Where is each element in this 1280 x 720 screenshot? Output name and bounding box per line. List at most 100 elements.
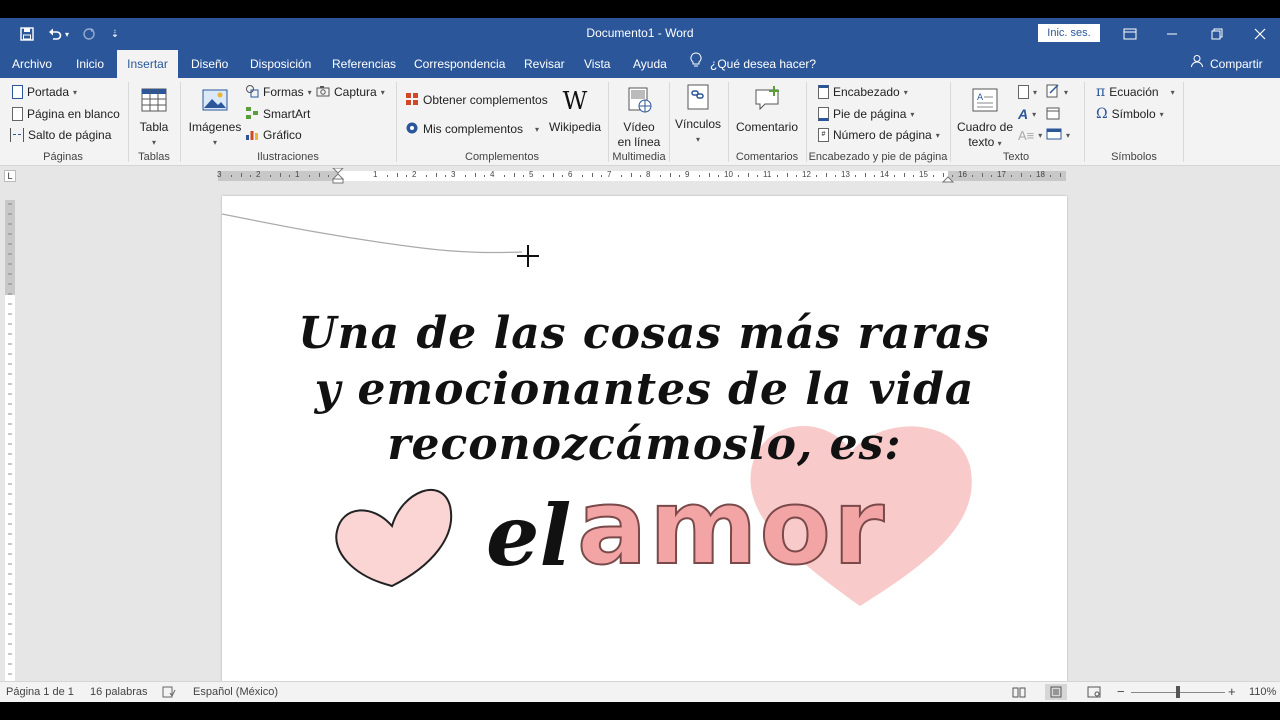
ruler-tick [630, 173, 632, 177]
ruler-tick [893, 175, 895, 177]
ruler-tick [659, 175, 661, 177]
zoom-in-icon[interactable]: + [1228, 684, 1236, 699]
ribbon-display-options-icon[interactable] [1110, 22, 1150, 46]
tab-correspondencia[interactable]: Correspondencia [408, 50, 511, 78]
tab-revisar[interactable]: Revisar [518, 50, 571, 78]
restore-icon[interactable] [1197, 22, 1237, 46]
date-time-button[interactable] [1046, 105, 1060, 123]
portada-button[interactable]: Portada ▾ [12, 83, 77, 101]
ecuacion-button[interactable]: π Ecuación ▾ [1096, 83, 1175, 101]
zoom-level[interactable]: 110% [1249, 686, 1276, 698]
video-en-linea-button[interactable]: Vídeo en línea [614, 86, 664, 150]
proofing-icon[interactable] [162, 686, 176, 701]
horizontal-ruler[interactable]: 3 2 1 1 2 3 4 5 6 7 8 9 10 11 12 13 14 15 16 17 18 [217, 168, 1066, 184]
ruler-tick [474, 173, 476, 177]
encabezado-button[interactable]: Encabezado ▾ [818, 83, 908, 101]
ruler-tick [981, 173, 983, 177]
formas-label: Formas [263, 85, 304, 99]
tab-selector-icon[interactable]: L [4, 170, 16, 182]
obtener-complementos-button[interactable]: Obtener complementos [405, 91, 548, 109]
numero-de-pagina-label: Número de página [833, 128, 932, 142]
group-label-encabezado: Encabezado y pie de página [808, 151, 948, 163]
ruler-number: 8 [646, 170, 651, 179]
read-mode-icon[interactable] [1008, 684, 1030, 700]
wordart-button[interactable]: A ▾ [1018, 105, 1036, 123]
ruler-tick [250, 175, 252, 177]
chevron-down-icon: ▾ [1038, 130, 1043, 140]
zoom-out-icon[interactable]: − [1117, 684, 1125, 699]
numero-de-pagina-button[interactable]: # Número de página ▾ [818, 126, 940, 144]
ruler-number: 12 [802, 170, 811, 179]
print-layout-icon[interactable] [1045, 684, 1067, 700]
ruler-number: 10 [724, 170, 733, 179]
svg-text:A: A [977, 93, 984, 103]
ruler-tick [796, 175, 798, 177]
group-label-multimedia: Multimedia [612, 151, 666, 163]
salto-de-pagina-button[interactable]: Salto de página [10, 126, 111, 144]
tabla-button[interactable]: Tabla ▾ [136, 86, 172, 150]
minimize-icon[interactable] [1152, 22, 1192, 46]
ruler-tick [435, 173, 437, 177]
indent-marker-icon[interactable] [332, 168, 344, 184]
ruler-tick [698, 175, 700, 177]
tab-vista[interactable]: Vista [578, 50, 616, 78]
tab-ayuda[interactable]: Ayuda [627, 50, 673, 78]
cuadro-de-texto-button[interactable]: A Cuadro de texto ▾ [956, 86, 1014, 151]
quick-parts-button[interactable]: ▾ [1018, 83, 1037, 101]
pagina-en-blanco-button[interactable]: Página en blanco [12, 105, 120, 123]
tab-insertar[interactable]: Insertar [117, 50, 178, 78]
object-button[interactable]: ▾ [1046, 126, 1070, 144]
obtener-complementos-label: Obtener complementos [423, 93, 548, 107]
pie-de-pagina-button[interactable]: Pie de página ▾ [818, 105, 914, 123]
word-amor: amor [576, 465, 887, 589]
tab-referencias[interactable]: Referencias [326, 50, 402, 78]
chart-icon [245, 127, 259, 144]
camera-icon [316, 84, 330, 101]
tab-archivo[interactable]: Archivo [6, 50, 58, 78]
pagina-en-blanco-label: Página en blanco [27, 107, 120, 121]
tab-diseno[interactable]: Diseño [185, 50, 234, 78]
zoom-slider-thumb[interactable] [1176, 686, 1180, 698]
ruler-tick [464, 175, 466, 177]
tab-disposicion[interactable]: Disposición [244, 50, 317, 78]
word-count[interactable]: 16 palabras [90, 686, 148, 698]
close-icon[interactable] [1240, 22, 1280, 46]
ruler-tick [269, 175, 271, 177]
ruler-tick [513, 173, 515, 177]
language[interactable]: Español (México) [193, 686, 278, 698]
right-indent-marker-icon[interactable] [942, 175, 954, 183]
tab-inicio[interactable]: Inicio [70, 50, 110, 78]
tabla-label: Tabla [139, 120, 169, 134]
group-separator [669, 82, 670, 162]
imagenes-button[interactable]: Imágenes ▾ [189, 86, 241, 150]
document-page[interactable]: Una de las cosas más raras y emocionante… [222, 196, 1067, 691]
vertical-ruler[interactable] [5, 200, 15, 685]
ruler-tick [386, 175, 388, 177]
ruler-number: 7 [607, 170, 612, 179]
vinculos-button[interactable]: Vínculos ▾ [675, 83, 721, 147]
quote-line-3: reconozcámoslo, es: [387, 419, 902, 470]
signature-line-button[interactable]: ▾ [1046, 83, 1068, 101]
group-separator [128, 82, 129, 162]
smartart-button[interactable]: SmartArt [245, 105, 310, 123]
share-button[interactable]: Compartir [1190, 50, 1263, 78]
ruler-number: 17 [997, 170, 1006, 179]
wikipedia-button[interactable]: W Wikipedia [548, 86, 602, 135]
mis-complementos-button[interactable]: Mis complementos ▾ [405, 120, 539, 138]
group-label-comentarios: Comentarios [735, 151, 799, 163]
cuadro-label-2: texto ▾ [968, 135, 1001, 151]
page-count[interactable]: Página 1 de 1 [6, 686, 74, 698]
ruler-tick [1049, 175, 1051, 177]
encabezado-label: Encabezado [833, 85, 900, 99]
simbolo-button[interactable]: Ω Símbolo ▾ [1096, 105, 1164, 123]
web-layout-icon[interactable] [1083, 684, 1105, 700]
chevron-down-icon: ▾ [997, 139, 1002, 148]
comentario-button[interactable]: Comentario [734, 86, 800, 135]
grafico-button[interactable]: Gráfico [245, 126, 302, 144]
formas-button[interactable]: Formas ▾ [245, 83, 312, 101]
ribbon-tabs: Archivo Inicio Insertar Diseño Disposici… [0, 50, 1280, 78]
drop-cap-button[interactable]: A≡ ▾ [1018, 126, 1042, 144]
tell-me-search[interactable]: ¿Qué desea hacer? [690, 50, 816, 78]
signin-button[interactable]: Inic. ses. [1038, 24, 1100, 42]
captura-button[interactable]: Captura ▾ [316, 83, 385, 101]
